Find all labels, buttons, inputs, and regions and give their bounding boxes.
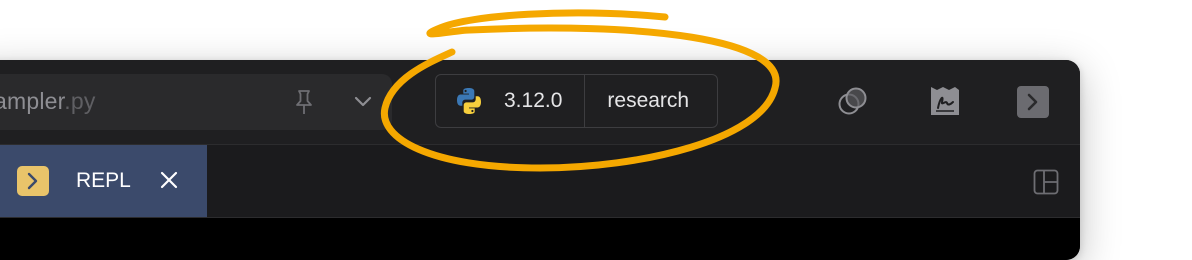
circles-overlap-icon[interactable] <box>836 84 870 118</box>
environment-name[interactable]: research <box>585 89 711 113</box>
tab-bar: REPL <box>0 145 1080 218</box>
tab-repl[interactable]: REPL <box>0 145 207 217</box>
python-version-selector[interactable]: 3.12.0 <box>436 75 586 127</box>
file-name-extension: .py <box>64 88 96 114</box>
file-name-stem: ampler <box>0 88 65 114</box>
python-version: 3.12.0 <box>504 89 563 112</box>
file-selector[interactable]: ampler.py <box>0 74 392 130</box>
repl-console[interactable] <box>0 218 1080 260</box>
environment-selector[interactable]: 3.12.0 research <box>435 74 718 128</box>
chevron-down-icon[interactable] <box>352 92 374 112</box>
toolbar: ampler.py 3.12.0 research <box>0 60 1080 145</box>
pin-icon[interactable] <box>292 88 316 116</box>
file-name: ampler.py <box>0 88 96 115</box>
terminal-icon <box>17 166 49 196</box>
app-window: ampler.py 3.12.0 research REPL <box>0 60 1080 260</box>
python-icon <box>457 88 481 114</box>
terminal-icon[interactable] <box>1017 86 1049 118</box>
signature-icon[interactable] <box>928 84 962 118</box>
close-icon[interactable] <box>160 171 178 189</box>
layout-icon[interactable] <box>1033 169 1059 195</box>
tab-label: REPL <box>76 169 131 192</box>
